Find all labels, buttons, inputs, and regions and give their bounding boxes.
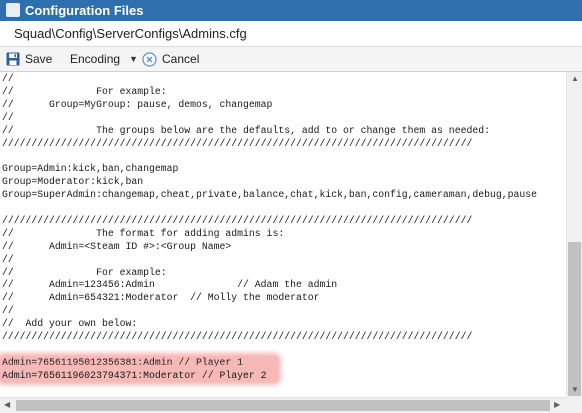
encoding-dropdown[interactable]: Encoding ▼: [70, 47, 138, 71]
scroll-right-icon[interactable]: ▶: [554, 400, 560, 410]
code-line: //: [2, 305, 14, 317]
code-line: // For example:: [2, 85, 167, 97]
code-line: // Admin=123456:Admin // Adam the admin: [2, 279, 338, 291]
highlighted-code-line: Admin=76561195012356381:Admin // Player …: [2, 356, 244, 368]
chevron-down-icon: ▼: [129, 54, 138, 64]
code-line: // For example:: [2, 266, 167, 278]
scroll-up-icon[interactable]: ▲: [571, 74, 579, 84]
code-line: // Group=MyGroup: pause, demos, changema…: [2, 98, 273, 110]
code-line: //: [2, 73, 14, 84]
save-label: Save: [25, 52, 53, 66]
window-title: Configuration Files: [25, 3, 144, 18]
config-files-window: Configuration Files Squad\Config\ServerC…: [0, 0, 582, 413]
code-line: ////////////////////////////////////////…: [2, 214, 473, 226]
save-button[interactable]: Save: [6, 47, 52, 71]
code-line: // Admin=<Steam ID #>:<Group Name>: [2, 240, 232, 252]
config-text-editor[interactable]: //// For example:// Group=MyGroup: pause…: [0, 72, 566, 397]
scroll-down-icon[interactable]: ▼: [571, 385, 579, 395]
scroll-left-icon[interactable]: ◀: [4, 400, 10, 410]
highlighted-code-line: Admin=76561196023794371:Moderator // Pla…: [2, 369, 267, 381]
title-bar: Configuration Files: [0, 0, 582, 21]
code-line: //: [2, 111, 14, 123]
cancel-label: Cancel: [162, 52, 200, 66]
app-window-icon: [6, 3, 20, 17]
code-line: // The groups below are the defaults, ad…: [2, 124, 490, 136]
file-path-bar: Squad\Config\ServerConfigs\Admins.cfg: [0, 21, 582, 47]
cancel-circle-icon: [142, 51, 157, 67]
cancel-button[interactable]: Cancel: [142, 47, 199, 71]
code-line: ////////////////////////////////////////…: [2, 331, 473, 342]
scrollbar-corner: [566, 397, 582, 413]
code-line: Group=Moderator:kick,ban: [2, 176, 144, 188]
vertical-scroll-thumb[interactable]: [568, 242, 581, 396]
code-line: // The format for adding admins is:: [2, 227, 285, 239]
code-line: ////////////////////////////////////////…: [2, 137, 473, 149]
code-line: // Add your own below:: [2, 318, 138, 330]
floppy-disk-icon: [6, 52, 20, 66]
horizontal-scrollbar[interactable]: ◀ ▶: [0, 397, 566, 413]
file-path: Squad\Config\ServerConfigs\Admins.cfg: [14, 26, 247, 41]
code-line: Group=SuperAdmin:changemap,cheat,private…: [2, 189, 537, 201]
toolbar: Save Encoding ▼ Cancel: [0, 47, 582, 72]
code-line: //: [2, 253, 14, 265]
code-line: Group=Admin:kick,ban,changemap: [2, 163, 179, 175]
encoding-label: Encoding: [70, 52, 121, 66]
vertical-scrollbar[interactable]: ▲ ▼: [566, 72, 582, 397]
horizontal-scroll-thumb[interactable]: [16, 400, 550, 411]
code-line: // Admin=654321:Moderator // Molly the m…: [2, 292, 320, 304]
